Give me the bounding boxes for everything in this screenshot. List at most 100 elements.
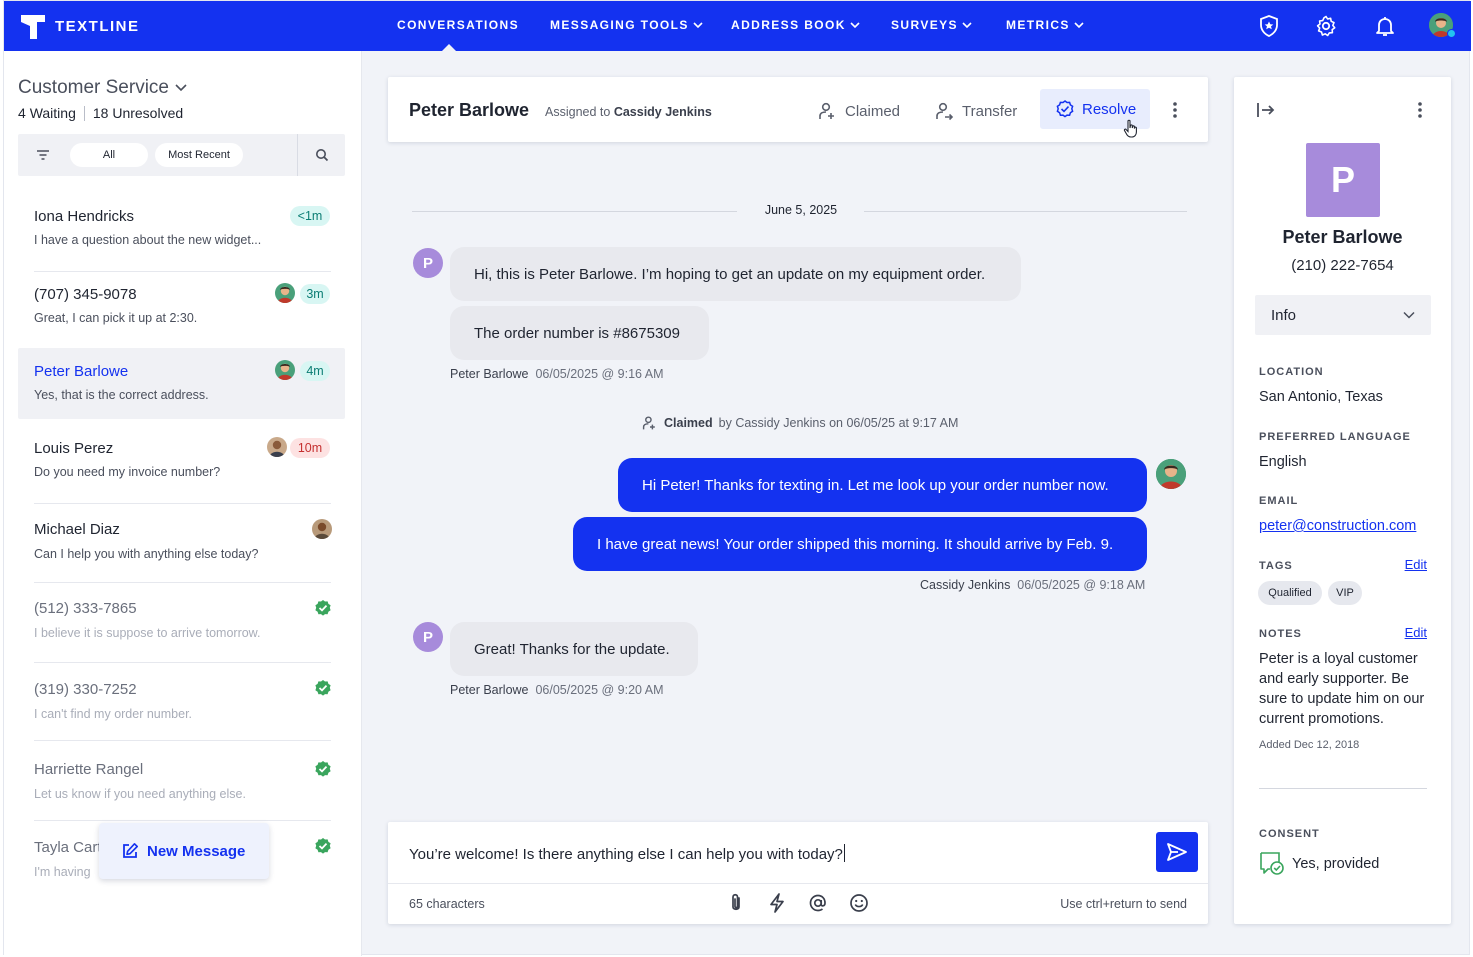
incoming-message: Hi, this is Peter Barlowe. I’m hoping to… — [450, 247, 1021, 301]
location-value: San Antonio, Texas — [1259, 389, 1383, 405]
transfer-button[interactable]: Transfer — [935, 101, 1017, 121]
message-preview: Let us know if you need anything else. — [34, 787, 246, 801]
online-status-indicator — [1447, 29, 1456, 38]
message-preview: Can I help you with anything else today? — [34, 547, 259, 561]
message-timestamp: 06/05/2025 @ 9:16 AM — [535, 367, 664, 381]
agent-avatar — [267, 437, 287, 457]
contact-name: (512) 333-7865 — [34, 600, 137, 617]
divider — [1259, 788, 1427, 789]
conversation-header: Peter Barlowe Assigned to Cassidy Jenkin… — [388, 77, 1208, 142]
message-preview: Do you need my invoice number? — [34, 465, 221, 479]
consent-check-icon — [1260, 852, 1284, 875]
resolved-check-icon — [315, 838, 331, 854]
sender-name: Peter Barlowe — [450, 683, 529, 697]
tag-chip[interactable]: Qualified — [1258, 581, 1322, 605]
edit-notes-link[interactable]: Edit — [1405, 625, 1427, 640]
more-options-icon[interactable] — [1173, 102, 1177, 118]
more-options-icon[interactable] — [1418, 102, 1422, 118]
gear-icon[interactable] — [1314, 14, 1338, 38]
department-selector[interactable]: Customer Service — [18, 77, 187, 99]
send-icon — [1167, 843, 1187, 861]
nav-address-book[interactable]: ADDRESS BOOK — [731, 18, 860, 32]
textline-logo-icon[interactable] — [20, 14, 46, 40]
filter-icon[interactable] — [36, 148, 50, 162]
message-meta: Peter Barlowe 06/05/2025 @ 9:16 AM — [450, 367, 664, 381]
brand-name: TEXTLINE — [55, 18, 140, 35]
divider — [297, 134, 298, 176]
waiting-count[interactable]: 4 Waiting — [18, 105, 76, 121]
sender-name: Cassidy Jenkins — [920, 578, 1011, 592]
message-preview: I have a question about the new widget..… — [34, 233, 262, 247]
divider — [864, 211, 1187, 212]
wait-time-badge: 3m — [300, 284, 330, 304]
new-message-button[interactable]: New Message — [99, 823, 269, 879]
emoji-icon[interactable] — [848, 892, 870, 914]
conversation-item-selected[interactable]: Peter Barlowe Yes, that is the correct a… — [18, 348, 345, 419]
contact-name: Harriette Rangel — [34, 761, 144, 778]
top-navigation: TEXTLINE CONVERSATIONS MESSAGING TOOLS A… — [4, 1, 1471, 52]
message-preview: I believe it is suppose to arrive tomorr… — [34, 626, 261, 640]
section-selector[interactable]: Info — [1255, 295, 1431, 335]
assigned-agent[interactable]: Cassidy Jenkins — [614, 105, 712, 119]
nav-conversations[interactable]: CONVERSATIONS — [397, 18, 519, 52]
message-input[interactable]: You’re welcome! Is there anything else I… — [409, 844, 846, 863]
message-timestamp: 06/05/2025 @ 9:18 AM — [1017, 578, 1146, 592]
conversation-item[interactable]: Iona Hendricks I have a question about t… — [18, 194, 345, 272]
contact-phone: (210) 222-7654 — [1291, 257, 1394, 274]
character-count: 65 characters — [409, 897, 485, 911]
at-mention-icon[interactable] — [807, 892, 829, 914]
send-button[interactable] — [1156, 832, 1198, 872]
date-label: June 5, 2025 — [764, 203, 838, 217]
hand-pointer-cursor-icon — [1123, 119, 1137, 138]
conversation-item-resolved[interactable]: (512) 333-7865 I believe it is suppose t… — [18, 583, 345, 663]
agent-avatar — [1156, 459, 1186, 489]
tags-label: TAGS — [1259, 560, 1293, 572]
nav-messaging-tools[interactable]: MESSAGING TOOLS — [550, 18, 703, 32]
resolve-label: Resolve — [1082, 100, 1137, 118]
wait-time-badge: <1m — [290, 206, 330, 226]
chevron-down-icon — [693, 22, 703, 29]
conversation-item[interactable]: Louis Perez Do you need my invoice numbe… — [18, 426, 345, 504]
location-label: LOCATION — [1259, 366, 1324, 378]
app-window: TEXTLINE CONVERSATIONS MESSAGING TOOLS A… — [3, 0, 1471, 956]
contact-avatar: P — [413, 248, 443, 278]
user-transfer-icon — [936, 102, 954, 121]
search-icon[interactable] — [315, 148, 329, 162]
conversation-item-resolved[interactable]: (319) 330-7252 I can't find my order num… — [18, 663, 345, 741]
unresolved-count[interactable]: 18 Unresolved — [93, 105, 183, 121]
bell-icon[interactable] — [1373, 14, 1397, 38]
contact-avatar: P — [413, 622, 443, 652]
conversation-item[interactable]: Michael Diaz Can I help you with anythin… — [18, 504, 345, 583]
email-link[interactable]: peter@construction.com — [1259, 518, 1416, 534]
consent-label: CONSENT — [1259, 828, 1320, 840]
preferred-language-value: English — [1259, 454, 1307, 470]
paperclip-icon[interactable] — [725, 892, 747, 914]
message-preview: Great, I can pick it up at 2:30. — [34, 311, 198, 325]
claimed-button[interactable]: Claimed — [818, 101, 900, 121]
contact-name: Peter Barlowe — [34, 363, 129, 380]
chevron-down-icon — [850, 22, 860, 29]
badge-check-icon — [1056, 100, 1074, 118]
message-meta: Cassidy Jenkins 06/05/2025 @ 9:18 AM — [920, 578, 1145, 592]
nav-surveys[interactable]: SURVEYS — [891, 18, 972, 32]
shield-star-icon[interactable] — [1257, 14, 1281, 38]
resolved-check-icon — [315, 600, 331, 616]
edit-tags-link[interactable]: Edit — [1405, 557, 1427, 572]
filter-all-pill[interactable]: All — [70, 143, 148, 167]
compose-icon — [123, 843, 138, 858]
conversation-item-resolved[interactable]: Harriette Rangel Let us know if you need… — [18, 741, 345, 821]
conversation-item[interactable]: (707) 345-9078 Great, I can pick it up a… — [18, 272, 345, 350]
preferred-language-label: PREFERRED LANGUAGE — [1259, 431, 1411, 443]
sort-most-recent-pill[interactable]: Most Recent — [155, 143, 243, 167]
message-timestamp: 06/05/2025 @ 9:20 AM — [535, 683, 664, 697]
collapse-panel-icon[interactable] — [1256, 101, 1276, 119]
nav-metrics[interactable]: METRICS — [1006, 18, 1084, 32]
agent-avatar — [312, 519, 332, 539]
lightning-bolt-icon[interactable] — [766, 892, 788, 914]
tag-chip[interactable]: VIP — [1328, 581, 1362, 605]
nav-messaging-tools-label: MESSAGING TOOLS — [550, 18, 689, 32]
email-label: EMAIL — [1259, 495, 1299, 507]
nav-address-book-label: ADDRESS BOOK — [731, 18, 846, 32]
divider — [388, 883, 1208, 884]
assignment-info: Assigned to Cassidy Jenkins — [545, 105, 712, 119]
